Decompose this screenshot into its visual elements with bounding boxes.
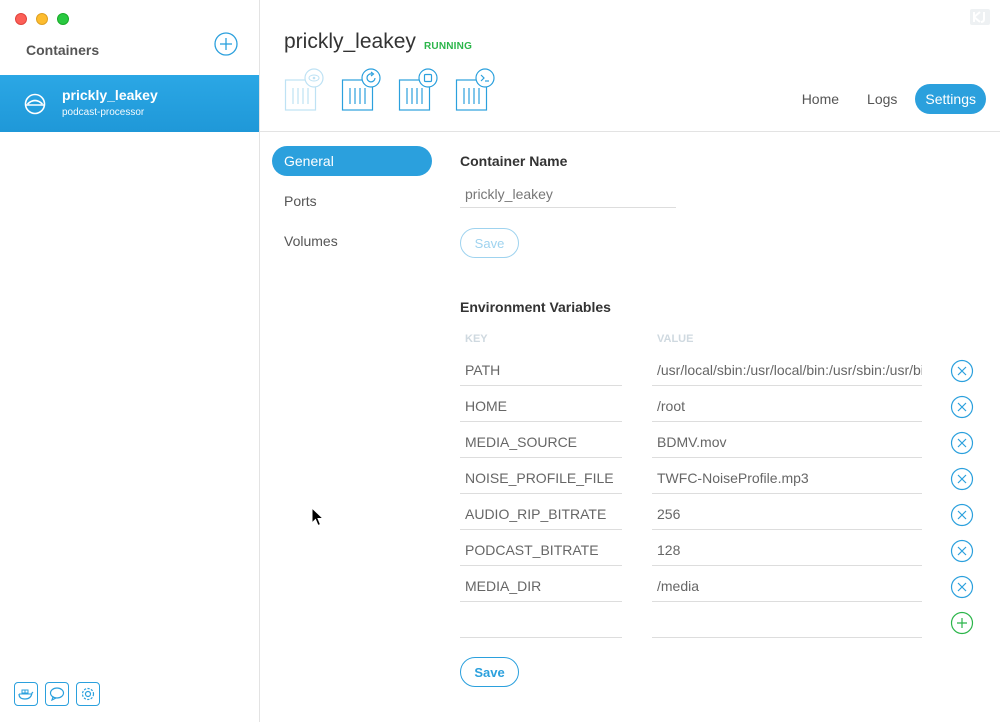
main-panel: prickly_leakey RUNNING Home Logs Setting… xyxy=(260,0,1000,722)
env-vars-heading: Environment Variables xyxy=(460,299,611,315)
restart-action-button[interactable] xyxy=(341,68,381,112)
env-key-field[interactable] xyxy=(460,390,622,422)
container-actions xyxy=(284,68,495,112)
remove-env-icon[interactable] xyxy=(950,503,974,527)
view-action-button[interactable] xyxy=(284,68,324,112)
env-key-field[interactable] xyxy=(460,426,622,458)
container-running-icon xyxy=(24,93,46,115)
env-row xyxy=(460,462,1000,498)
close-window-button[interactable] xyxy=(15,13,27,25)
env-value-field[interactable] xyxy=(652,390,922,422)
tab-settings[interactable]: Settings xyxy=(915,84,986,114)
remove-env-icon[interactable] xyxy=(950,575,974,599)
status-badge: RUNNING xyxy=(424,41,473,52)
chat-bubble-icon xyxy=(49,687,65,701)
env-key-field[interactable] xyxy=(460,498,622,530)
add-container-icon[interactable] xyxy=(214,32,238,56)
zoom-window-button[interactable] xyxy=(57,13,69,25)
feedback-button[interactable] xyxy=(45,682,69,706)
sidebar-footer xyxy=(14,682,100,706)
remove-env-icon[interactable] xyxy=(950,467,974,491)
env-row xyxy=(460,534,1000,570)
gear-icon xyxy=(81,687,95,701)
add-env-icon[interactable] xyxy=(950,611,974,635)
save-name-button[interactable]: Save xyxy=(460,228,519,258)
container-name: prickly_leakey xyxy=(62,87,158,103)
env-value-field[interactable] xyxy=(652,354,922,386)
env-row xyxy=(460,498,1000,534)
env-key-field[interactable] xyxy=(460,462,622,494)
container-tabs: Home Logs Settings xyxy=(792,84,986,114)
env-value-field[interactable] xyxy=(652,534,922,566)
whale-icon xyxy=(18,689,34,700)
env-value-header: VALUE xyxy=(657,333,694,345)
container-header: prickly_leakey RUNNING Home Logs Setting… xyxy=(260,0,1000,132)
env-row xyxy=(460,426,1000,462)
settings-nav-volumes[interactable]: Volumes xyxy=(272,226,432,256)
container-name-heading: Container Name xyxy=(460,153,568,169)
env-key-header: KEY xyxy=(465,333,488,345)
container-image: podcast-processor xyxy=(62,107,145,118)
save-env-button[interactable]: Save xyxy=(460,657,519,687)
settings-nav: General Ports Volumes xyxy=(272,146,432,266)
window-controls xyxy=(15,13,69,25)
tab-logs[interactable]: Logs xyxy=(857,84,907,114)
container-name-field[interactable] xyxy=(460,180,676,208)
preferences-button[interactable] xyxy=(76,682,100,706)
stop-icon xyxy=(398,68,438,111)
settings-nav-general[interactable]: General xyxy=(272,146,432,176)
new-env-key-field[interactable] xyxy=(460,606,622,638)
kitematic-logo-icon xyxy=(970,9,990,25)
docker-cli-button[interactable] xyxy=(14,682,38,706)
new-env-value-field[interactable] xyxy=(652,606,922,638)
app-window: Containers prickly_leakey podcast-proces… xyxy=(0,0,1000,722)
terminal-action-button[interactable] xyxy=(455,68,495,112)
env-row xyxy=(460,354,1000,390)
terminal-icon xyxy=(455,68,495,111)
env-row xyxy=(460,390,1000,426)
container-title: prickly_leakey xyxy=(284,30,416,53)
remove-env-icon[interactable] xyxy=(950,431,974,455)
minimize-window-button[interactable] xyxy=(36,13,48,25)
env-value-field[interactable] xyxy=(652,498,922,530)
env-new-row xyxy=(460,606,1000,642)
remove-env-icon[interactable] xyxy=(950,359,974,383)
env-key-field[interactable] xyxy=(460,534,622,566)
containers-title: Containers xyxy=(26,42,100,58)
env-key-field[interactable] xyxy=(460,354,622,386)
mouse-cursor-icon xyxy=(311,507,325,527)
container-list-item[interactable]: prickly_leakey podcast-processor xyxy=(0,75,259,132)
tab-home[interactable]: Home xyxy=(792,84,849,114)
env-row xyxy=(460,570,1000,606)
env-value-field[interactable] xyxy=(652,462,922,494)
sidebar: Containers prickly_leakey podcast-proces… xyxy=(0,0,260,722)
settings-nav-ports[interactable]: Ports xyxy=(272,186,432,216)
env-value-field[interactable] xyxy=(652,570,922,602)
remove-env-icon[interactable] xyxy=(950,539,974,563)
restart-icon xyxy=(341,68,381,111)
env-value-field[interactable] xyxy=(652,426,922,458)
remove-env-icon[interactable] xyxy=(950,395,974,419)
stop-action-button[interactable] xyxy=(398,68,438,112)
env-key-field[interactable] xyxy=(460,570,622,602)
eye-icon xyxy=(284,68,324,111)
